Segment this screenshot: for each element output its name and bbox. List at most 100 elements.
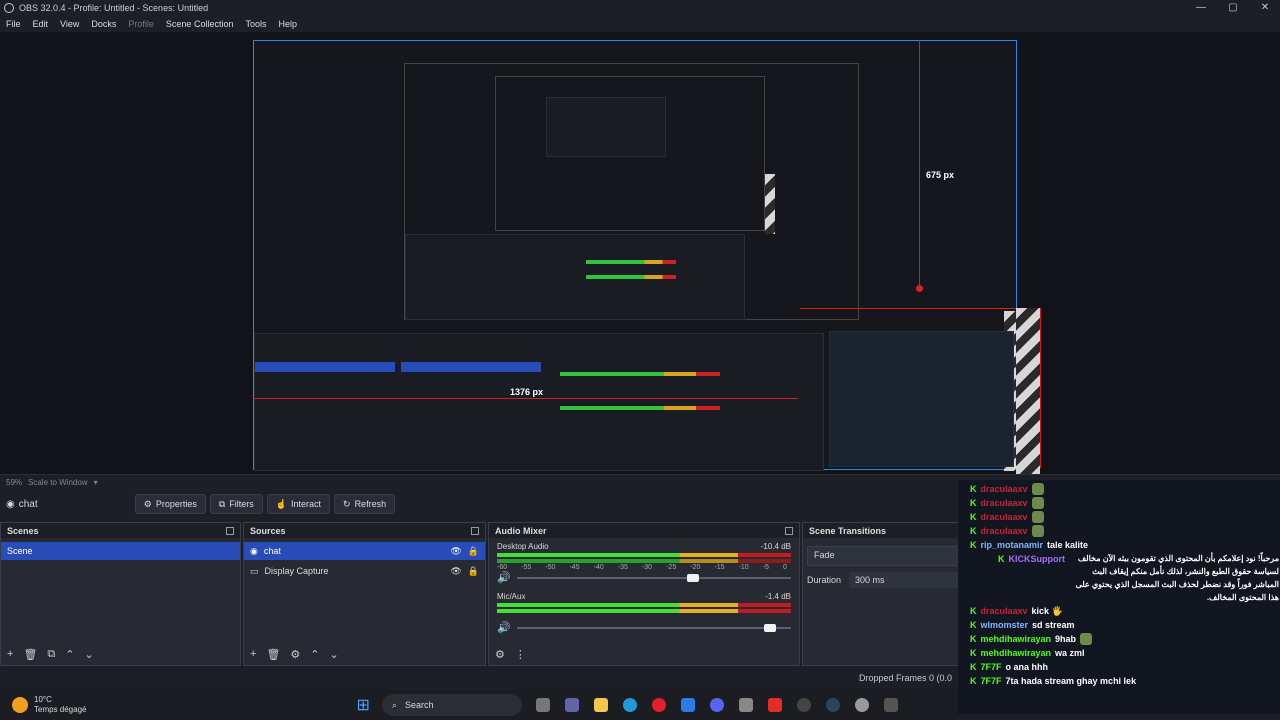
kick-badge-icon: K: [970, 620, 977, 630]
volume-meter: [497, 559, 791, 563]
channel-mic-aux: Mic/Aux -1.4 dB 🔊: [489, 584, 799, 634]
settings-icon[interactable]: [854, 698, 869, 712]
kick-badge-icon: K: [970, 526, 977, 536]
more-icon[interactable]: ⋮: [515, 648, 526, 661]
properties-button[interactable]: ⚙ Properties: [134, 494, 206, 514]
gear-icon[interactable]: ⚙: [495, 648, 505, 661]
source-item-display-capture[interactable]: ▭ Display Capture 👁 🔒: [244, 562, 485, 580]
move-up-icon[interactable]: ⌃: [310, 648, 319, 661]
emote-icon: [1031, 497, 1044, 509]
file-explorer-icon[interactable]: [593, 698, 608, 712]
float-icon[interactable]: [471, 526, 479, 535]
eye-icon[interactable]: 👁: [450, 566, 461, 577]
delete-icon[interactable]: 🗑: [23, 648, 37, 661]
eye-icon[interactable]: 👁: [450, 546, 461, 557]
filter-icon: ⧉: [218, 498, 226, 509]
chat-message: Kmehdihawirayan 9hab: [958, 632, 1280, 646]
teams-icon[interactable]: [564, 698, 579, 712]
opera-icon[interactable]: [651, 698, 666, 712]
emote-icon: [1031, 483, 1044, 495]
maximize-button[interactable]: ▢: [1218, 0, 1248, 14]
nested-chat: [829, 331, 1014, 467]
add-icon[interactable]: +: [250, 648, 256, 660]
youtube-icon[interactable]: [767, 698, 782, 712]
app-icon[interactable]: [883, 698, 898, 712]
browser-source-icon: ◉: [6, 498, 15, 510]
channel-desktop-audio: Desktop Audio -10.4 dB -60 -55 -50 -45 -40 -35…: [489, 538, 799, 584]
speaker-icon[interactable]: 🔊: [497, 621, 511, 634]
zoom-level[interactable]: 59%: [6, 478, 22, 487]
minimize-button[interactable]: —: [1186, 0, 1216, 14]
gamepad-icon[interactable]: [738, 698, 753, 712]
obs-logo-icon: [4, 3, 14, 13]
duration-label: Duration: [807, 575, 842, 585]
close-button[interactable]: ✕: [1250, 0, 1280, 14]
zoom-mode[interactable]: Scale to Window: [28, 478, 88, 487]
emote-icon: [1031, 525, 1044, 537]
speaker-icon[interactable]: 🔊: [497, 571, 511, 584]
chevron-down-icon[interactable]: ▾: [94, 478, 98, 487]
delete-icon[interactable]: 🗑: [266, 648, 280, 661]
channel-name: Desktop Audio: [497, 542, 549, 551]
float-icon[interactable]: [785, 526, 793, 535]
interact-button[interactable]: ☝ Interact: [266, 494, 331, 514]
lock-icon[interactable]: 🔒: [468, 546, 479, 557]
edge-icon[interactable]: [622, 698, 637, 712]
duration-field[interactable]: 300 ms: [849, 572, 959, 588]
scene-item[interactable]: Scene: [1, 542, 240, 560]
menu-profile[interactable]: Profile: [128, 19, 154, 29]
chat-text: o ana hhh: [1005, 662, 1049, 672]
kick-badge-icon: K: [970, 676, 977, 686]
filter-icon[interactable]: ⧉: [47, 648, 55, 661]
chat-lines: Kdraculaaxv Kdraculaaxv Kdraculaaxv Kdracul…: [958, 480, 1280, 688]
volume-meter: [497, 553, 791, 557]
nested-capture-level-3: [495, 76, 765, 231]
menu-docks[interactable]: Docks: [91, 19, 116, 29]
add-icon[interactable]: +: [7, 648, 13, 660]
windows-start-icon[interactable]: ⊞: [356, 695, 369, 715]
chat-username: 7F7F: [980, 662, 1002, 672]
volume-fader[interactable]: [516, 623, 791, 632]
steam-icon[interactable]: [825, 698, 840, 712]
menu-bar: File Edit View Docks Profile Scene Colle…: [0, 16, 1280, 32]
store-icon[interactable]: [680, 698, 695, 712]
float-icon[interactable]: [226, 526, 234, 535]
nested-capture-level-2: [404, 63, 859, 320]
status-bar: Dropped Frames 0 (0.0: [0, 668, 960, 688]
discord-icon[interactable]: [709, 698, 724, 712]
meter-scale: -60 -55 -50 -45 -40 -35 -30 -25 -20 -15 -10 -5 0: [497, 564, 787, 571]
chat-username: KICKSupport: [1008, 554, 1066, 564]
move-up-icon[interactable]: ⌃: [65, 648, 74, 661]
transition-select[interactable]: Fade: [807, 546, 959, 566]
gear-icon[interactable]: ⚙: [290, 648, 300, 661]
refresh-icon: ↻: [343, 498, 351, 509]
refresh-button[interactable]: ↻ Refresh: [334, 494, 396, 514]
move-down-icon[interactable]: ⌄: [84, 648, 93, 661]
gear-icon: ⚙: [143, 498, 152, 509]
obs-taskbar-icon[interactable]: [796, 698, 811, 712]
kick-badge-icon: K: [970, 512, 977, 522]
lock-icon[interactable]: 🔒: [468, 566, 479, 577]
weather-widget[interactable]: 10°C Temps dégagé: [34, 695, 86, 715]
chat-text: مرحباً! نود إعلامكم بأن المحتوى الذي تقو…: [1075, 554, 1279, 602]
menu-help[interactable]: Help: [278, 19, 297, 29]
volume-fader[interactable]: [516, 573, 791, 582]
pointer-icon: ☝: [275, 498, 287, 509]
task-view-icon[interactable]: [535, 698, 550, 712]
menu-scene-collection[interactable]: Scene Collection: [166, 19, 234, 29]
weather-icon[interactable]: [12, 697, 28, 713]
menu-edit[interactable]: Edit: [33, 19, 49, 29]
monitor-icon: ▭: [250, 565, 259, 576]
scenes-dock: Scenes Scene + 🗑 ⧉ ⌃ ⌄: [0, 522, 241, 666]
current-source-name: chat: [18, 498, 38, 510]
menu-file[interactable]: File: [6, 19, 21, 29]
title-bar: OBS 32.0.4 - Profile: Untitled - Scenes:…: [0, 0, 1280, 16]
filters-button[interactable]: ⧉ Filters: [209, 494, 263, 514]
move-down-icon[interactable]: ⌄: [330, 648, 339, 661]
source-item-chat[interactable]: ◉ chat 👁 🔒: [244, 542, 485, 560]
preview-canvas[interactable]: 675 px 1376 px: [0, 32, 1280, 474]
menu-tools[interactable]: Tools: [245, 19, 266, 29]
menu-view[interactable]: View: [60, 19, 79, 29]
taskbar: 10°C Temps dégagé ⊞ ⌕ Search: [0, 690, 958, 720]
taskbar-search[interactable]: ⌕ Search: [381, 694, 522, 716]
